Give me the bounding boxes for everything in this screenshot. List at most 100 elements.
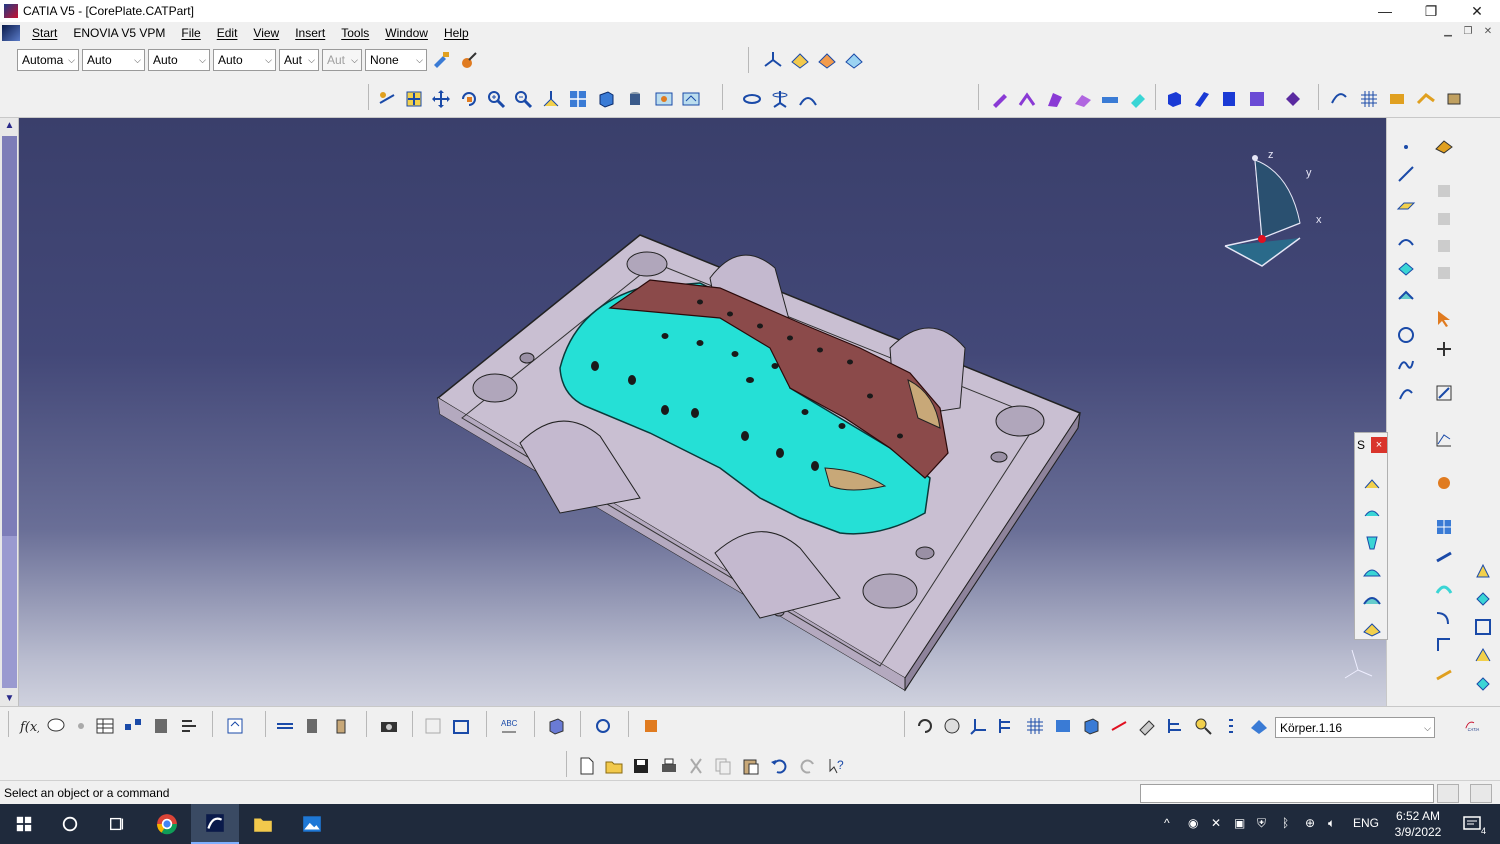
core-cavity-icon[interactable] [1361,473,1383,495]
axis-system-icon[interactable] [968,715,990,737]
mold-parting-icon[interactable] [789,49,811,71]
pad-icon[interactable] [1163,88,1185,110]
refresh-icon[interactable] [914,715,936,737]
sew-surface-icon[interactable] [1246,88,1268,110]
formula-icon[interactable]: f(x) [18,715,40,737]
power-input-icon[interactable] [1437,784,1459,803]
graph-icon[interactable] [1433,428,1455,450]
boundary-icon[interactable] [1472,616,1494,638]
current-body-dropdown[interactable]: Körper.1.16 ⌵ [1275,717,1435,738]
menu-edit[interactable]: Edit [209,26,246,40]
swap-icon[interactable] [1108,715,1130,737]
menu-view[interactable]: View [245,26,287,40]
pan-icon[interactable] [430,88,452,110]
iso-view-icon[interactable] [595,88,617,110]
boolean-icon[interactable] [1386,88,1408,110]
sketcher-icon[interactable] [1433,134,1455,156]
extract-face-icon[interactable] [1361,617,1383,639]
language-indicator[interactable]: ENG [1353,816,1379,830]
magnet-icon[interactable] [640,715,662,737]
menu-enovia[interactable]: ENOVIA V5 VPM [65,26,173,40]
zoom-out-icon[interactable] [512,88,534,110]
mold-model-canvas[interactable]: z y x [0,118,1386,706]
task-view-icon[interactable] [93,804,141,844]
split-icon[interactable] [1282,88,1304,110]
menu-insert[interactable]: Insert [287,26,333,40]
windows-start-icon[interactable] [0,804,48,844]
photos-icon[interactable] [288,804,336,844]
slider-icon[interactable] [1361,532,1383,554]
design-table-icon[interactable] [94,715,116,737]
command-history-icon[interactable] [1470,784,1492,803]
menu-tools[interactable]: Tools [333,26,377,40]
comment-icon[interactable] [45,715,67,737]
grid-toggle-icon[interactable] [1024,715,1046,737]
spline-icon[interactable] [1395,354,1417,376]
mold-split-icon[interactable] [816,49,838,71]
symmetry-icon[interactable] [1472,644,1494,666]
point-type-dropdown[interactable]: Aut ⌵ [279,49,319,71]
intersection-icon[interactable] [1395,258,1417,280]
network-globe-icon[interactable]: ⊕ [1305,816,1315,830]
thick-surface-icon[interactable] [1191,88,1213,110]
close-button[interactable]: ✕ [1454,0,1500,22]
capture-camera-icon[interactable] [378,715,400,737]
chrome-icon[interactable] [143,804,191,844]
analysis-tool-icon[interactable] [1433,472,1455,494]
catalog-icon[interactable] [150,715,172,737]
offset-icon[interactable] [1099,88,1121,110]
fly-mode-icon[interactable] [376,88,398,110]
list-icon[interactable] [1220,715,1242,737]
tray-app-4-icon[interactable]: ⛨ [1257,816,1266,831]
union-trim-icon[interactable] [1444,88,1466,110]
assemble-icon[interactable] [1415,88,1437,110]
parting-surface-icon[interactable] [1361,561,1383,583]
hand-grab-icon[interactable] [941,715,963,737]
circle-icon[interactable] [1395,324,1417,346]
doc-minimize-icon[interactable]: ▁ [1440,25,1456,39]
color-dropdown[interactable]: Automa ⌵ [17,49,79,71]
update-icon[interactable] [224,715,246,737]
measure-item-icon[interactable] [450,715,472,737]
command-input[interactable] [1140,784,1434,803]
draft-analysis-icon[interactable] [769,88,791,110]
multi-section-surface-icon[interactable] [1072,88,1094,110]
menu-help[interactable]: Help [436,26,477,40]
tray-app-1-icon[interactable]: ◉ [1188,816,1198,830]
mold-analysis-icon[interactable] [741,88,763,110]
fillet-icon[interactable] [1433,578,1455,600]
extrapolate-icon[interactable] [1433,664,1455,686]
floating-toolbar[interactable]: S × [1354,432,1388,640]
body-box-icon[interactable] [1080,715,1102,737]
fit-all-in-icon[interactable] [403,88,425,110]
vertical-scrollbar[interactable]: ▲ ▼ [0,118,19,706]
new-file-icon[interactable] [576,755,598,777]
blend-icon[interactable] [1016,88,1038,110]
grid-view-icon[interactable] [1433,516,1455,538]
connect-icon[interactable] [1433,546,1455,568]
volume-icon[interactable]: 🔈︎ [1328,816,1335,831]
taskbar-clock[interactable]: 6:52 AM 3/9/2022 [1386,808,1450,840]
projection-icon[interactable] [1395,230,1417,252]
text-annotation-icon[interactable]: ABC [498,715,520,737]
search-tool-icon[interactable] [1192,715,1214,737]
menu-window[interactable]: Window [377,26,436,40]
scroll-up-arrow-icon[interactable]: ▲ [3,120,16,131]
floating-toolbar-close-button[interactable]: × [1371,437,1387,453]
mold-pull-direction-icon[interactable] [762,49,784,71]
shut-off-icon[interactable] [1361,589,1383,611]
document-icon[interactable] [2,25,20,41]
measure-icon[interactable] [1433,382,1455,404]
hide-show-icon[interactable] [653,88,675,110]
law-icon[interactable] [122,715,144,737]
transformation-icon[interactable] [1328,88,1350,110]
paste-icon[interactable] [740,755,762,777]
line-thickness-dropdown[interactable]: Auto ⌵ [148,49,210,71]
fill-icon[interactable] [1044,88,1066,110]
helix-icon[interactable] [1395,382,1417,404]
tray-chevron-icon[interactable]: ^ [1164,816,1170,830]
plane-icon[interactable] [1395,194,1417,216]
save-icon[interactable] [630,755,652,777]
parallel-curve-icon[interactable] [1395,286,1417,308]
open-folder-icon[interactable] [603,755,625,777]
